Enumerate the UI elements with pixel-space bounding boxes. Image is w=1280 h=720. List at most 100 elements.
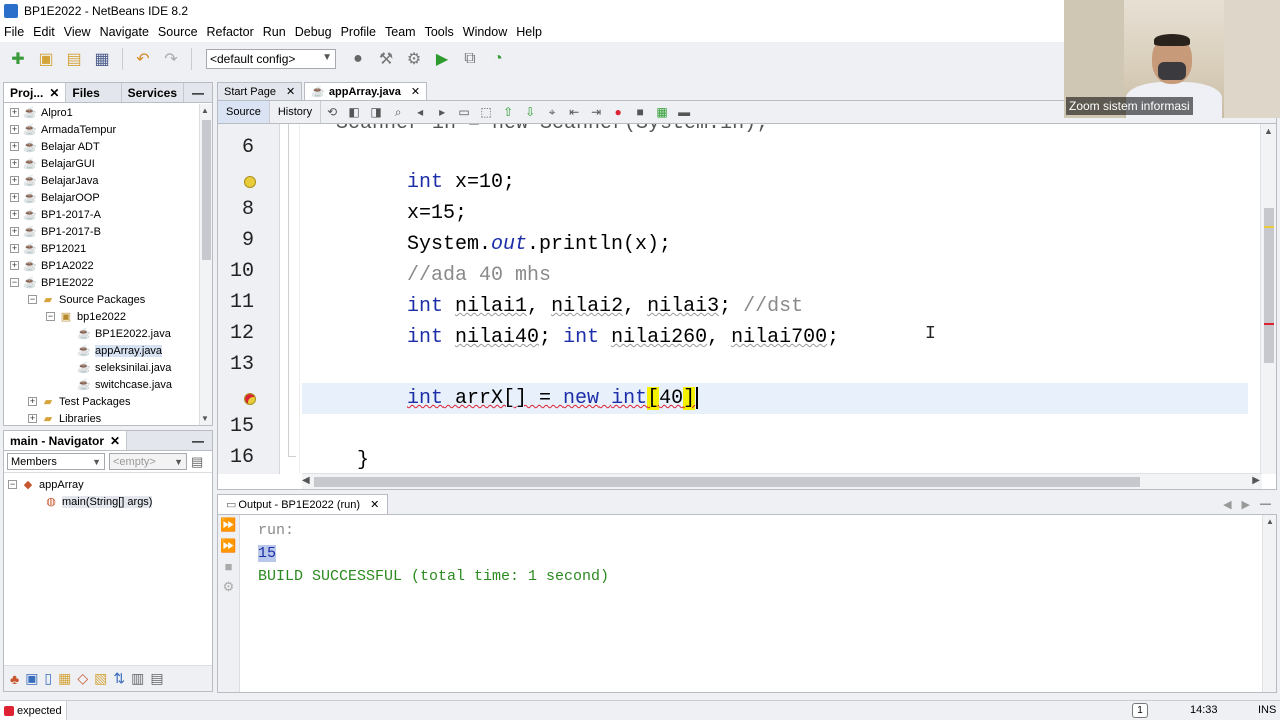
menu-navigate[interactable]: Navigate (96, 25, 154, 39)
tab-services[interactable]: Services (122, 83, 184, 102)
shift-right-icon[interactable]: ⇥ (587, 103, 605, 121)
tree-item[interactable]: + ☕ BelajarOOP (4, 189, 200, 206)
uncomment-icon[interactable]: ▬ (675, 103, 693, 121)
tree-item[interactable]: − ☕ BP1E2022 (4, 274, 200, 291)
expand-icon[interactable]: + (10, 108, 19, 117)
tree-item[interactable]: ☕ BP1E2022.java (4, 325, 200, 342)
save-all-icon[interactable]: ▦ (90, 47, 114, 71)
globe-icon[interactable]: ● (346, 47, 370, 71)
tree-item[interactable]: ☕ seleksinilai.java (4, 359, 200, 376)
minimize-icon[interactable]: — (184, 83, 212, 102)
menu-source[interactable]: Source (154, 25, 203, 39)
tree-item[interactable]: + ☕ Belajar ADT (4, 138, 200, 155)
expand-icon[interactable]: + (10, 159, 19, 168)
menu-edit[interactable]: Edit (29, 25, 60, 39)
new-file-icon[interactable]: ✚ (6, 47, 30, 71)
expand-icon[interactable]: + (10, 176, 19, 185)
code-text[interactable]: Scanner in = new Scanner(System.in); int… (302, 124, 1248, 474)
rerun-modified-icon[interactable]: ⏩ (220, 538, 236, 554)
expand-icon[interactable]: + (10, 261, 19, 270)
forward-icon[interactable]: ◨ (367, 103, 385, 121)
stop-macro-icon[interactable]: ■ (631, 103, 649, 121)
tab-start-page[interactable]: Start Page ✕ (217, 82, 303, 100)
find-next-icon[interactable]: ▸ (433, 103, 451, 121)
tree-item[interactable]: + ☕ BP12021 (4, 240, 200, 257)
scroll-right-icon[interactable]: ▶ (1252, 475, 1260, 486)
tab-apparray[interactable]: ☕ appArray.java ✕ (304, 82, 428, 100)
filter-static-icon[interactable]: ▯ (44, 670, 52, 687)
javadoc-icon[interactable]: ▤ (150, 670, 163, 687)
status-message[interactable]: expected (0, 701, 67, 720)
tree-item[interactable]: + ☕ BP1A2022 (4, 257, 200, 274)
close-icon[interactable]: ✕ (49, 86, 59, 100)
expand-icon[interactable]: + (28, 397, 37, 406)
tree-item[interactable]: − ▰ Source Packages (4, 291, 200, 308)
navigator-method-row[interactable]: ◍ main(String[] args) (4, 493, 212, 510)
expand-icon[interactable]: + (10, 193, 19, 202)
expand-icon[interactable]: + (10, 227, 19, 236)
minimize-icon[interactable]: — (184, 431, 212, 450)
close-icon[interactable]: ✕ (286, 85, 295, 98)
tree-item[interactable]: + ☕ Alpro1 (4, 104, 200, 121)
close-icon[interactable]: ✕ (411, 85, 420, 98)
settings-icon[interactable]: ⚙ (223, 579, 235, 595)
code-editor[interactable]: 5 6 8 9 10 11 12 13 15 16 Scanner in = n… (217, 124, 1277, 490)
rectangular-select-icon[interactable]: ⬚ (477, 103, 495, 121)
filter-nonpublic-icon[interactable]: ▦ (58, 670, 71, 687)
stop-icon[interactable]: ■ (225, 559, 233, 574)
projects-scrollbar[interactable]: ▲ ▼ (199, 104, 212, 425)
members-select[interactable]: Members ▼ (7, 453, 105, 470)
debug-icon[interactable]: ⧉ (458, 47, 482, 71)
filter-inherited-icon[interactable]: ♣ (10, 671, 19, 687)
prev-bookmark-icon[interactable]: ⇧ (499, 103, 517, 121)
expand-icon[interactable]: + (10, 210, 19, 219)
output-scrollbar[interactable]: ▲ (1262, 515, 1276, 692)
build-icon[interactable]: ⚒ (374, 47, 398, 71)
scroll-left-icon[interactable]: ◀ (302, 475, 310, 486)
scroll-right-icon[interactable]: ▶ (1242, 498, 1250, 511)
menu-file[interactable]: File (0, 25, 29, 39)
toggle-highlight-icon[interactable]: ▭ (455, 103, 473, 121)
scroll-up-icon[interactable]: ▲ (201, 106, 209, 115)
menu-team[interactable]: Team (381, 25, 421, 39)
tree-item[interactable]: + ▰ Libraries (4, 410, 200, 425)
start-macro-icon[interactable]: ● (609, 103, 627, 121)
rerun-icon[interactable]: ⏩ (220, 517, 236, 533)
close-icon[interactable]: ✕ (110, 434, 120, 448)
scroll-thumb[interactable] (314, 477, 1140, 487)
menu-tools[interactable]: Tools (421, 25, 459, 39)
navigator-options-icon[interactable]: ▤ (191, 454, 203, 470)
tab-history[interactable]: History (270, 101, 322, 123)
tab-output[interactable]: ▭ Output - BP1E2022 (run) ✕ (217, 494, 389, 514)
scroll-left-icon[interactable]: ◀ (1223, 498, 1231, 511)
error-bulb-icon[interactable] (244, 393, 256, 405)
menu-debug[interactable]: Debug (291, 25, 337, 39)
comment-icon[interactable]: ▦ (653, 103, 671, 121)
tree-item[interactable]: + ☕ BP1-2017-A (4, 206, 200, 223)
expand-icon[interactable]: + (10, 244, 19, 253)
toggle-bookmark-icon[interactable]: ⌖ (543, 103, 561, 121)
config-select[interactable]: <default config> ▼ (206, 49, 336, 69)
collapse-icon[interactable]: − (28, 295, 37, 304)
menu-window[interactable]: Window (459, 25, 512, 39)
find-previous-icon[interactable]: ◂ (411, 103, 429, 121)
navigator-class-row[interactable]: − ◆ appArray (4, 476, 212, 493)
menu-profile[interactable]: Profile (337, 25, 381, 39)
tree-item[interactable]: + ☕ BP1-2017-B (4, 223, 200, 240)
sort-source-icon[interactable]: ⇅ (113, 670, 125, 687)
tree-item[interactable]: + ☕ ArmadaTempur (4, 121, 200, 138)
expand-icon[interactable]: + (28, 414, 37, 423)
tree-item[interactable]: ☕ appArray.java (4, 342, 200, 359)
open-project-icon[interactable]: ▤ (62, 47, 86, 71)
sort-name-icon[interactable]: ▧ (94, 670, 107, 687)
menu-run[interactable]: Run (259, 25, 291, 39)
scroll-up-icon[interactable]: ▲ (1266, 517, 1274, 526)
new-project-icon[interactable]: ▣ (34, 47, 58, 71)
shift-left-icon[interactable]: ⇤ (565, 103, 583, 121)
editor-horizontal-scrollbar[interactable]: ◀ ▶ (302, 473, 1262, 489)
collapse-icon[interactable]: − (46, 312, 55, 321)
tab-files[interactable]: Files (66, 83, 122, 102)
collapse-icon[interactable]: − (10, 278, 19, 287)
scroll-down-icon[interactable]: ▼ (201, 414, 209, 423)
warning-mark[interactable] (1264, 226, 1274, 228)
